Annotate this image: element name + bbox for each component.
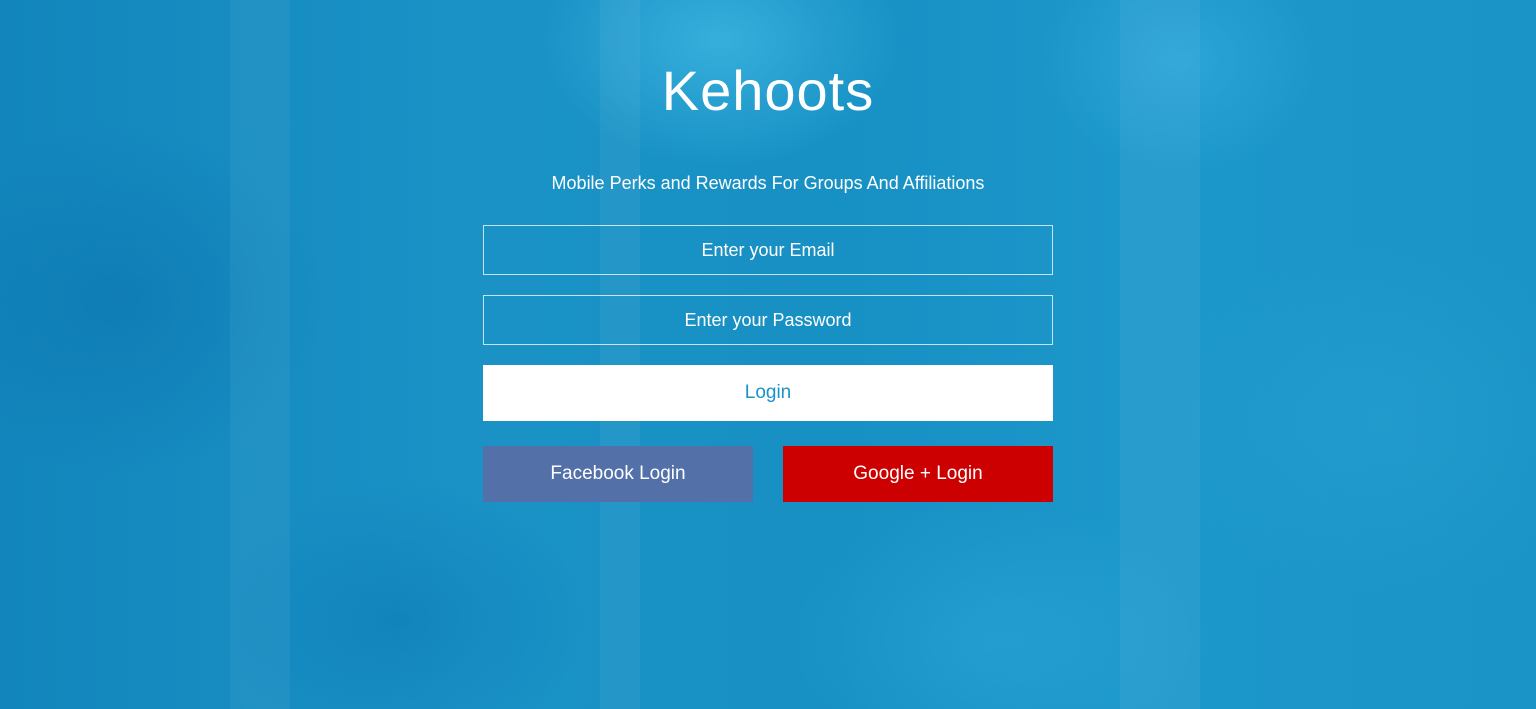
- brand-title: Kehoots: [661, 59, 875, 122]
- login-page: Kehoots Mobile Perks and Rewards For Gro…: [0, 0, 1536, 709]
- login-button[interactable]: Login: [483, 365, 1053, 421]
- email-input[interactable]: [483, 225, 1053, 275]
- brand-tagline: Mobile Perks and Rewards For Groups And …: [551, 173, 985, 193]
- facebook-login-button[interactable]: Facebook Login: [483, 446, 753, 502]
- password-input[interactable]: [483, 295, 1053, 345]
- google-login-button[interactable]: Google + Login: [783, 446, 1053, 502]
